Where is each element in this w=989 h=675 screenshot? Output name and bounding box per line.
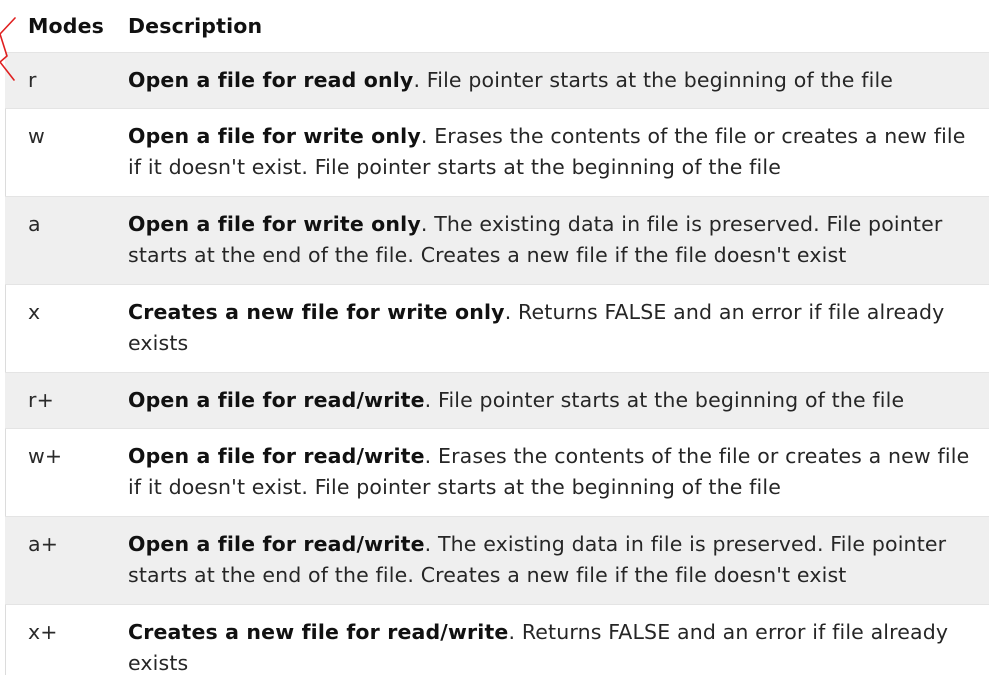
- table-row: w Open a file for write only. Erases the…: [5, 108, 989, 197]
- description-text: . File pointer starts at the beginning o…: [424, 388, 905, 412]
- mode-cell: w+: [5, 428, 105, 517]
- description-bold: Open a file for write only: [128, 212, 421, 236]
- table-row: x+ Creates a new file for read/write. Re…: [5, 605, 989, 675]
- description-bold: Open a file for read/write: [128, 388, 425, 412]
- table-row: x Creates a new file for write only. Ret…: [5, 284, 989, 373]
- description-cell: Open a file for read only. File pointer …: [105, 52, 989, 109]
- mode-cell: a+: [5, 516, 105, 605]
- page: Modes Description r Open a file for read…: [0, 0, 989, 675]
- description-cell: Creates a new file for read/write. Retur…: [105, 605, 989, 675]
- description-text: . File pointer starts at the beginning o…: [413, 68, 894, 92]
- description-cell: Open a file for read/write. Erases the c…: [105, 428, 989, 517]
- description-cell: Creates a new file for write only. Retur…: [105, 284, 989, 373]
- description-bold: Creates a new file for read/write: [128, 620, 509, 644]
- mode-cell: w: [5, 108, 105, 197]
- description-bold: Creates a new file for write only: [128, 300, 505, 324]
- header-description: Description: [105, 0, 989, 53]
- mode-cell: a: [5, 196, 105, 285]
- file-modes-table: Modes Description r Open a file for read…: [5, 0, 989, 675]
- table-row: a+ Open a file for read/write. The exist…: [5, 516, 989, 605]
- mode-cell: r: [5, 52, 105, 109]
- table-header-row: Modes Description: [5, 0, 989, 53]
- description-cell: Open a file for read/write. The existing…: [105, 516, 989, 605]
- description-cell: Open a file for write only. The existing…: [105, 196, 989, 285]
- table-row: r Open a file for read only. File pointe…: [5, 52, 989, 109]
- description-bold: Open a file for write only: [128, 124, 421, 148]
- table-row: a Open a file for write only. The existi…: [5, 196, 989, 285]
- table-row: w+ Open a file for read/write. Erases th…: [5, 428, 989, 517]
- mode-cell: x: [5, 284, 105, 373]
- mode-cell: x+: [28, 620, 58, 644]
- description-cell: Open a file for read/write. File pointer…: [105, 372, 989, 429]
- description-bold: Open a file for read/write: [128, 444, 425, 468]
- mode-cell: r+: [5, 372, 105, 429]
- description-cell: Open a file for write only. Erases the c…: [105, 108, 989, 197]
- description-bold: Open a file for read only: [128, 68, 414, 92]
- table-row: r+ Open a file for read/write. File poin…: [5, 372, 989, 429]
- description-bold: Open a file for read/write: [128, 532, 425, 556]
- header-modes: Modes: [5, 0, 105, 53]
